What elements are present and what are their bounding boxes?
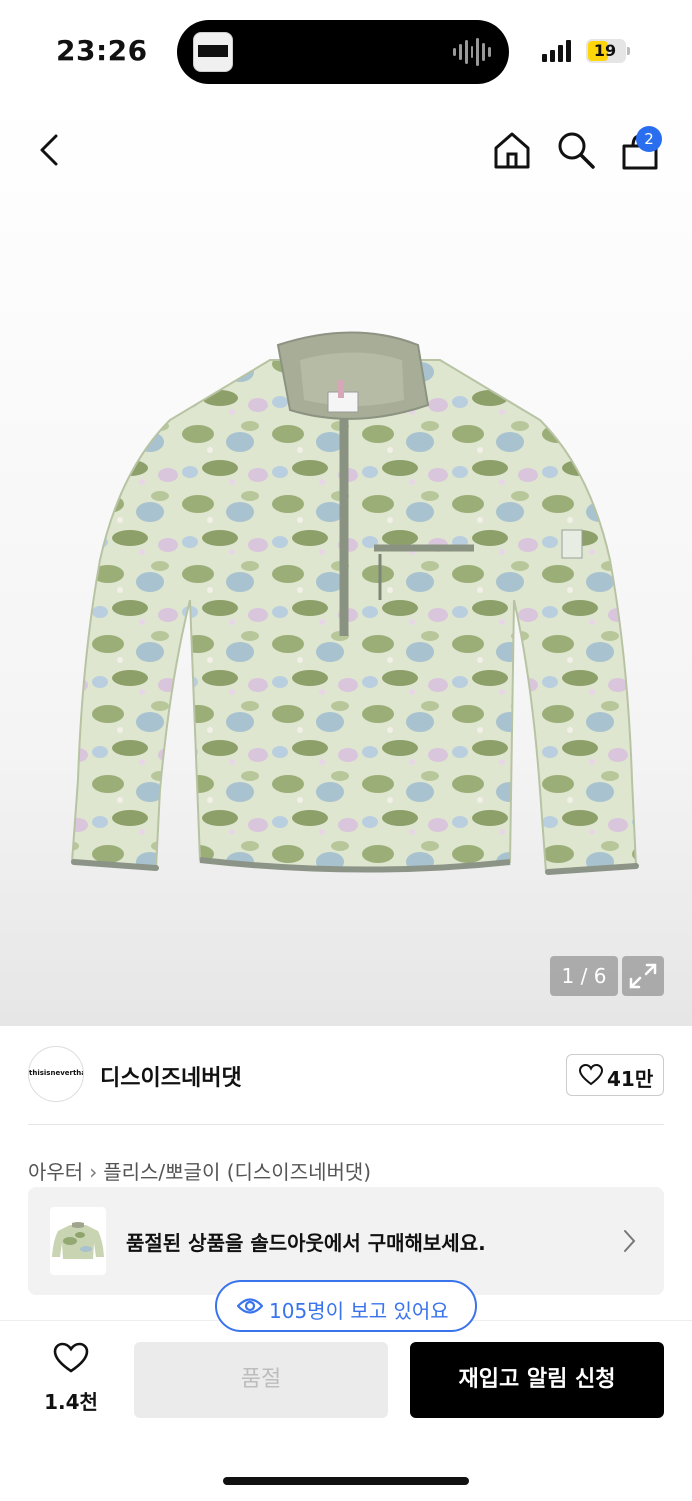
wishlist-button[interactable]: 1.4천 — [36, 1342, 106, 1414]
brand-logo-text: thisisneverthat — [29, 1069, 83, 1077]
chevron-right-icon: › — [89, 1160, 98, 1184]
product-image-gallery[interactable] — [0, 96, 692, 1026]
breadcrumb: 아우터 › 플리스/뽀글이 (디스이즈네버댓) — [28, 1156, 371, 1185]
product-image — [70, 331, 639, 875]
home-button[interactable] — [492, 130, 532, 170]
status-time: 23:26 — [56, 34, 148, 67]
brand-name[interactable]: 디스이즈네버댓 — [100, 1060, 242, 1092]
restock-alert-button[interactable]: 재입고 알림 신청 — [410, 1342, 664, 1418]
signal-icon — [542, 40, 571, 62]
home-indicator[interactable] — [223, 1477, 469, 1485]
banner-product-thumbnail — [50, 1207, 106, 1275]
breadcrumb-category[interactable]: 아우터 — [28, 1160, 83, 1184]
wishlist-count: 1.4천 — [44, 1390, 98, 1414]
heart-icon — [579, 1064, 603, 1086]
now-playing-thumbnail — [193, 32, 233, 72]
home-icon — [494, 132, 530, 169]
gallery-counter: 1 / 6 — [550, 956, 618, 996]
chevron-left-icon — [40, 134, 58, 166]
heart-icon — [53, 1342, 89, 1373]
eye-icon — [237, 1298, 263, 1314]
battery-icon: 19 — [586, 39, 630, 63]
divider — [28, 1124, 664, 1125]
brand-like-button[interactable]: 41만 — [566, 1054, 664, 1096]
brand-like-count: 41만 — [607, 1067, 654, 1091]
expand-icon — [629, 963, 657, 989]
audio-wave-icon — [453, 38, 492, 66]
soldout-market-banner[interactable]: 품절된 상품을 솔드아웃에서 구매해보세요. — [28, 1187, 664, 1295]
cart-count-badge: 2 — [636, 126, 662, 152]
back-button[interactable] — [34, 132, 66, 168]
search-button[interactable] — [556, 130, 596, 170]
banner-text: 품절된 상품을 솔드아웃에서 구매해보세요. — [126, 1231, 486, 1255]
battery-level: 19 — [593, 41, 617, 60]
dynamic-island — [177, 20, 509, 84]
chevron-right-icon — [624, 1230, 636, 1252]
viewing-now-text: 105명이 보고 있어요 — [269, 1299, 449, 1323]
expand-button[interactable] — [622, 956, 664, 996]
soldout-button: 품절 — [134, 1342, 388, 1418]
viewing-now-pill: 105명이 보고 있어요 — [215, 1280, 477, 1332]
breadcrumb-subcategory[interactable]: 플리스/뽀글이 (디스이즈네버댓) — [103, 1160, 371, 1184]
brand-logo[interactable]: thisisneverthat — [28, 1046, 84, 1102]
search-icon — [558, 132, 595, 169]
